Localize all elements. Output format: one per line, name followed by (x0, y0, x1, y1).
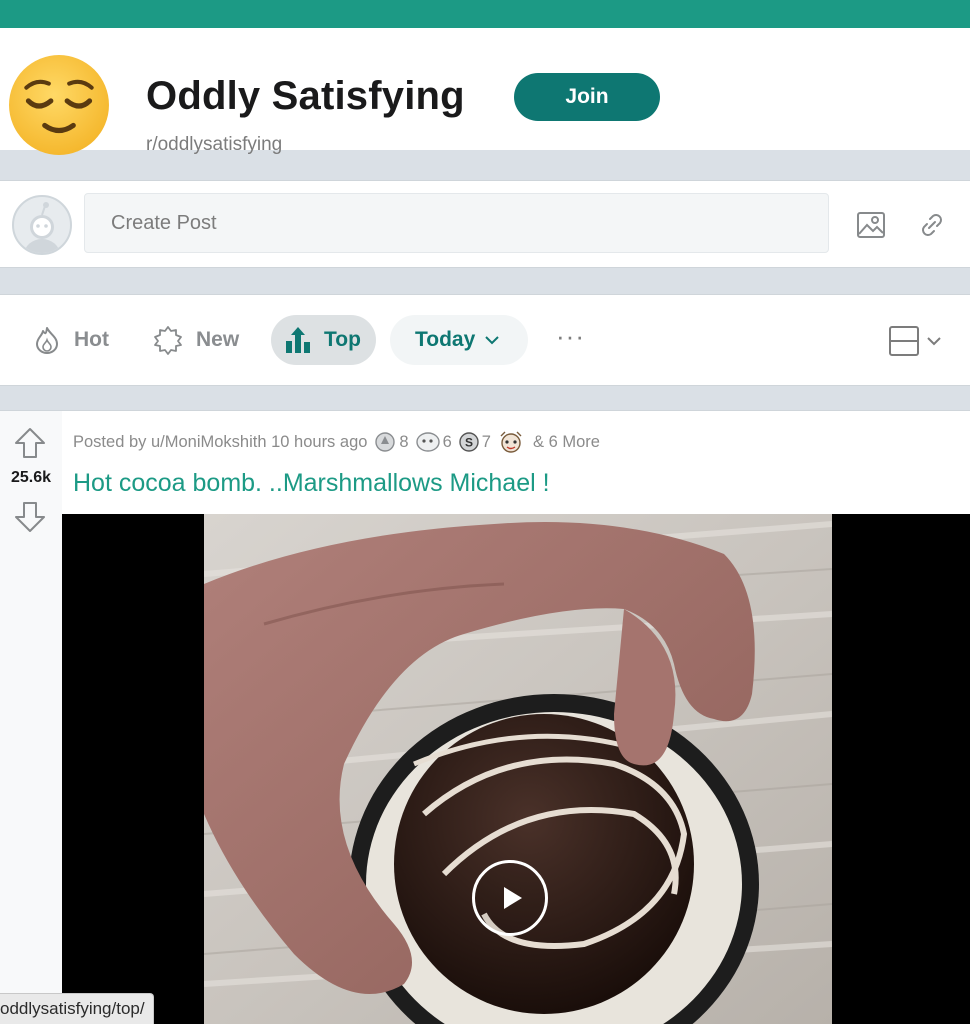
downvote-icon[interactable] (13, 500, 47, 534)
image-icon[interactable] (851, 205, 891, 245)
wholesome-award[interactable] (497, 430, 525, 454)
svg-text:S: S (465, 436, 473, 450)
user-avatar[interactable] (12, 195, 72, 255)
play-button[interactable] (472, 860, 548, 936)
post-video[interactable] (62, 514, 970, 1024)
helpful-award-icon (415, 432, 440, 452)
subreddit-header: Oddly Satisfying r/oddlysatisfying Join (0, 28, 970, 155)
wholesome-award-icon (500, 431, 522, 453)
sort-hot-label: Hot (74, 328, 109, 351)
sort-hot[interactable]: Hot (32, 315, 109, 365)
vote-count: 25.6k (10, 469, 52, 486)
upvote-icon[interactable] (13, 426, 47, 460)
vote-column: 25.6k (0, 411, 62, 1024)
video-frame-image (204, 514, 832, 1024)
subreddit-name: r/oddlysatisfying (146, 134, 283, 155)
time-filter-dropdown[interactable]: Today (390, 315, 528, 365)
create-post-input[interactable]: Create Post (84, 193, 829, 253)
create-post-bar: Create Post (0, 180, 970, 268)
join-button[interactable]: Join (514, 73, 660, 121)
subreddit-banner (0, 0, 970, 28)
sort-bar: Hot New Top Today ··· (0, 294, 970, 386)
play-icon (504, 887, 522, 909)
layout-toggle[interactable] (888, 324, 948, 358)
link-icon[interactable] (912, 205, 952, 245)
relieved-face-icon (9, 55, 109, 155)
coin-award[interactable]: S 7 (458, 431, 491, 453)
coin-award-icon: S (459, 432, 479, 452)
sort-top[interactable]: Top (271, 315, 376, 365)
subreddit-avatar (0, 36, 118, 155)
status-bar-url: oddlysatisfying/top/ (0, 993, 154, 1024)
post-card[interactable]: 25.6k Posted by u/MoniMokshith 10 hours … (0, 410, 970, 1024)
post-title[interactable]: Hot cocoa bomb. ..Marshmallows Michael ! (73, 469, 550, 498)
flame-icon (36, 327, 58, 354)
bar-chart-icon (286, 327, 310, 353)
sparkle-badge-icon (154, 326, 182, 355)
post-meta: Posted by u/MoniMokshith 10 hours ago 8 … (73, 430, 600, 454)
more-options-button[interactable]: ··· (556, 321, 585, 352)
more-awards[interactable]: & 6 More (533, 433, 600, 452)
sort-new[interactable]: New (152, 315, 239, 365)
silver-award-icon (375, 432, 396, 452)
sort-new-label: New (196, 328, 240, 351)
card-view-icon (889, 326, 941, 356)
snoo-avatar-icon (24, 202, 60, 253)
chevron-down-icon (485, 336, 500, 345)
subreddit-title: Oddly Satisfying (146, 74, 465, 118)
helpful-award[interactable]: 6 (415, 431, 452, 453)
silver-award[interactable]: 8 (373, 431, 409, 453)
sort-top-label: Top (324, 328, 361, 351)
time-filter-label: Today (415, 328, 476, 351)
posted-by[interactable]: Posted by u/MoniMokshith 10 hours ago (73, 433, 367, 452)
